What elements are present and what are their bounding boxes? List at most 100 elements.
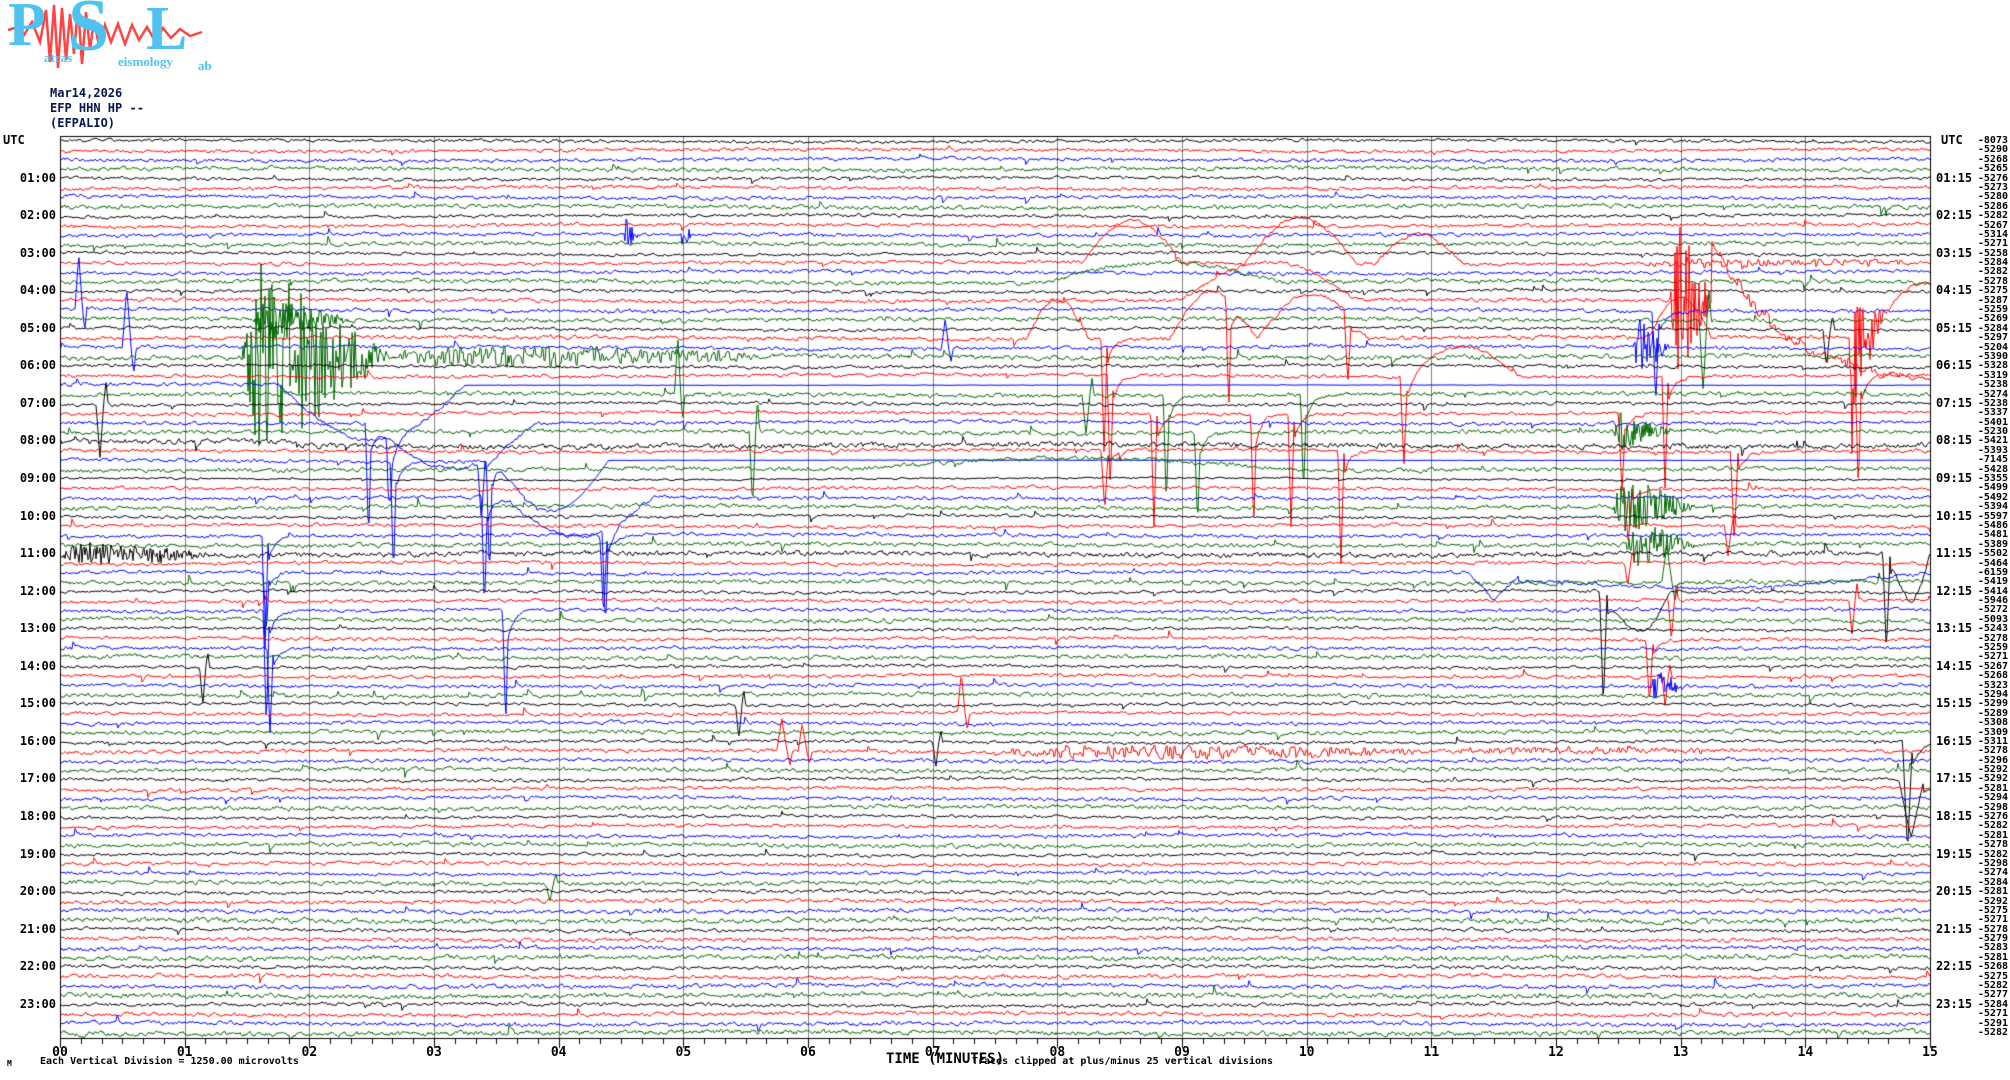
trace-offset-value: -5278 bbox=[1974, 746, 2008, 755]
utc-label-left: UTC bbox=[3, 133, 25, 147]
right-time-label: 07:15 bbox=[1936, 398, 1972, 409]
trace-offset-value: -7145 bbox=[1974, 455, 2008, 464]
left-time-label: 19:00 bbox=[0, 849, 56, 860]
trace-offset-value: -5238 bbox=[1974, 380, 2008, 389]
right-time-label: 11:15 bbox=[1936, 548, 1972, 559]
x-tick-label: 05 bbox=[676, 1046, 692, 1059]
x-tick-label: 12 bbox=[1548, 1046, 1564, 1059]
left-time-label: 01:00 bbox=[0, 173, 56, 184]
left-time-label: 18:00 bbox=[0, 811, 56, 822]
right-time-label: 01:15 bbox=[1936, 173, 1972, 184]
right-time-label: 02:15 bbox=[1936, 210, 1972, 221]
x-tick-label: 06 bbox=[800, 1046, 816, 1059]
right-time-label: 04:15 bbox=[1936, 285, 1972, 296]
record-header: Mar14,2026 EFP HHN HP -- (EFPALIO) bbox=[50, 86, 144, 131]
left-time-label: 15:00 bbox=[0, 698, 56, 709]
trace-offset-value: -5282 bbox=[1974, 1028, 2008, 1037]
trace-offset-value: -5282 bbox=[1974, 211, 2008, 220]
trace-offset-value: -5271 bbox=[1974, 915, 2008, 924]
right-time-label: 16:15 bbox=[1936, 736, 1972, 747]
left-time-label: 14:00 bbox=[0, 661, 56, 672]
left-time-label: 13:00 bbox=[0, 623, 56, 634]
trace-offset-value: -5280 bbox=[1974, 192, 2008, 201]
right-time-label: 18:15 bbox=[1936, 811, 1972, 822]
right-time-label: 22:15 bbox=[1936, 961, 1972, 972]
x-tick-label: 03 bbox=[426, 1046, 442, 1059]
x-tick-label: 02 bbox=[302, 1046, 318, 1059]
trace-offset-value: -5328 bbox=[1974, 361, 2008, 370]
right-time-label: 20:15 bbox=[1936, 886, 1972, 897]
left-time-label: 23:00 bbox=[0, 999, 56, 1010]
left-time-label: 05:00 bbox=[0, 323, 56, 334]
trace-offset-value: -5278 bbox=[1974, 840, 2008, 849]
helicorder-canvas bbox=[0, 0, 2010, 1080]
left-time-label: 12:00 bbox=[0, 586, 56, 597]
left-time-label: 17:00 bbox=[0, 773, 56, 784]
trace-offset-value: -5299 bbox=[1974, 699, 2008, 708]
trace-offset-value: -5243 bbox=[1974, 624, 2008, 633]
scale-note: Each Vertical Division = 1250.00 microvo… bbox=[40, 1056, 299, 1067]
left-time-label: 08:00 bbox=[0, 435, 56, 446]
trace-offset-value: -5337 bbox=[1974, 408, 2008, 417]
right-time-label: 14:15 bbox=[1936, 661, 1972, 672]
right-time-label: 12:15 bbox=[1936, 586, 1972, 597]
logo-letter-p: P bbox=[8, 0, 46, 61]
x-tick-label: 14 bbox=[1798, 1046, 1814, 1059]
x-tick-label: 04 bbox=[551, 1046, 567, 1059]
trace-offset-value: -5294 bbox=[1974, 793, 2008, 802]
helicorder-page: P S L atras eismology ab Mar14,2026 EFP … bbox=[0, 0, 2010, 1080]
left-time-label: 11:00 bbox=[0, 548, 56, 559]
logo-word-eismology: eismology bbox=[118, 54, 173, 70]
psl-logo: P S L atras eismology ab bbox=[6, 0, 216, 78]
left-time-label: 04:00 bbox=[0, 285, 56, 296]
record-date: Mar14,2026 bbox=[50, 86, 144, 101]
left-time-label: 02:00 bbox=[0, 210, 56, 221]
x-tick-label: 10 bbox=[1299, 1046, 1315, 1059]
right-time-label: 03:15 bbox=[1936, 248, 1972, 259]
left-time-label: 03:00 bbox=[0, 248, 56, 259]
logo-word-ab: ab bbox=[198, 58, 212, 74]
trace-offset-value: -5271 bbox=[1974, 239, 2008, 248]
right-time-label: 17:15 bbox=[1936, 773, 1972, 784]
left-time-label: 07:00 bbox=[0, 398, 56, 409]
right-time-label: 10:15 bbox=[1936, 511, 1972, 522]
trace-offset-value: -5271 bbox=[1974, 1009, 2008, 1018]
trace-offset-value: -5281 bbox=[1974, 887, 2008, 896]
x-tick-label: 15 bbox=[1922, 1046, 1938, 1059]
left-time-label: 22:00 bbox=[0, 961, 56, 972]
x-tick-label: 13 bbox=[1673, 1046, 1689, 1059]
left-time-label: 09:00 bbox=[0, 473, 56, 484]
left-time-label: 21:00 bbox=[0, 924, 56, 935]
trace-offset-value: -5268 bbox=[1974, 671, 2008, 680]
right-time-label: 15:15 bbox=[1936, 698, 1972, 709]
right-time-label: 05:15 bbox=[1936, 323, 1972, 334]
x-tick-label: 11 bbox=[1424, 1046, 1440, 1059]
trace-offset-value: -5265 bbox=[1974, 164, 2008, 173]
trace-offset-value: -5268 bbox=[1974, 962, 2008, 971]
trace-offset-value: -5481 bbox=[1974, 530, 2008, 539]
right-time-label: 19:15 bbox=[1936, 849, 1972, 860]
scale-mini-label: M bbox=[7, 1059, 12, 1068]
right-time-label: 09:15 bbox=[1936, 473, 1972, 484]
record-channel: EFP HHN HP -- bbox=[50, 101, 144, 116]
right-time-label: 08:15 bbox=[1936, 435, 1972, 446]
logo-word-atras: atras bbox=[44, 50, 72, 66]
left-time-label: 20:00 bbox=[0, 886, 56, 897]
left-time-label: 06:00 bbox=[0, 360, 56, 371]
right-time-label: 23:15 bbox=[1936, 999, 1972, 1010]
trace-offset-value: -5308 bbox=[1974, 718, 2008, 727]
right-time-label: 06:15 bbox=[1936, 360, 1972, 371]
trace-offset-value: -5275 bbox=[1974, 286, 2008, 295]
right-time-label: 13:15 bbox=[1936, 623, 1972, 634]
logo-letter-s: S bbox=[68, 0, 109, 69]
record-station: (EFPALIO) bbox=[50, 116, 144, 131]
trace-offset-value: -5297 bbox=[1974, 333, 2008, 342]
clip-note: Traces clipped at plus/minus 25 vertical… bbox=[972, 1056, 1273, 1067]
utc-label-right: UTC bbox=[1941, 133, 1963, 147]
trace-offset-value: -5502 bbox=[1974, 549, 2008, 558]
left-time-label: 10:00 bbox=[0, 511, 56, 522]
right-time-label: 21:15 bbox=[1936, 924, 1972, 935]
left-time-label: 16:00 bbox=[0, 736, 56, 747]
trace-offset-value: -5394 bbox=[1974, 502, 2008, 511]
trace-offset-value: -5419 bbox=[1974, 577, 2008, 586]
